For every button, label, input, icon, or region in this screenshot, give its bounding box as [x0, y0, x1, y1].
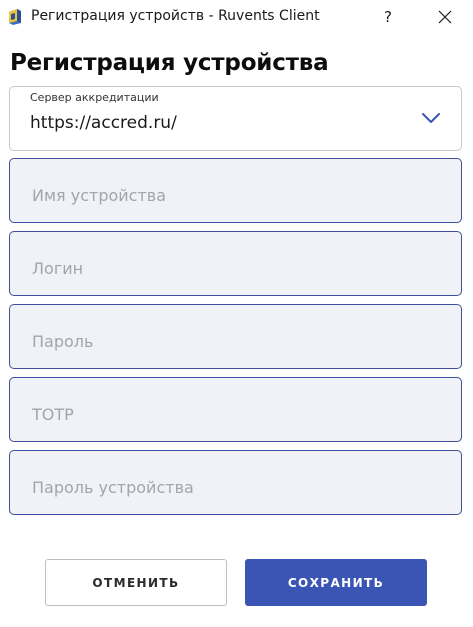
help-button[interactable]: ? [365, 0, 411, 34]
save-button[interactable]: СОХРАНИТЬ [245, 559, 427, 606]
close-button[interactable] [422, 0, 468, 34]
server-select-label: Сервер аккредитации [30, 91, 159, 104]
app-icon [7, 8, 23, 26]
registration-window: Регистрация устройств - Ruvents Client ?… [0, 0, 473, 627]
title-bar[interactable]: Регистрация устройств - Ruvents Client ? [0, 0, 473, 34]
page-title: Регистрация устройства [10, 50, 329, 76]
server-select-value: https://accred.ru/ [30, 113, 177, 133]
device-name-field [9, 158, 462, 223]
totp-input[interactable] [10, 378, 461, 441]
totp-field [9, 377, 462, 442]
window-title: Регистрация устройств - Ruvents Client [31, 8, 320, 24]
password-input[interactable] [10, 305, 461, 368]
close-icon [438, 10, 452, 24]
device-name-input[interactable] [10, 159, 461, 222]
chevron-down-icon[interactable] [421, 111, 441, 125]
cancel-button[interactable]: ОТМЕНИТЬ [45, 559, 227, 606]
device-password-field [9, 450, 462, 515]
login-field [9, 231, 462, 296]
login-input[interactable] [10, 232, 461, 295]
server-select[interactable]: Сервер аккредитации https://accred.ru/ [9, 86, 462, 151]
device-password-input[interactable] [10, 451, 461, 514]
password-field [9, 304, 462, 369]
